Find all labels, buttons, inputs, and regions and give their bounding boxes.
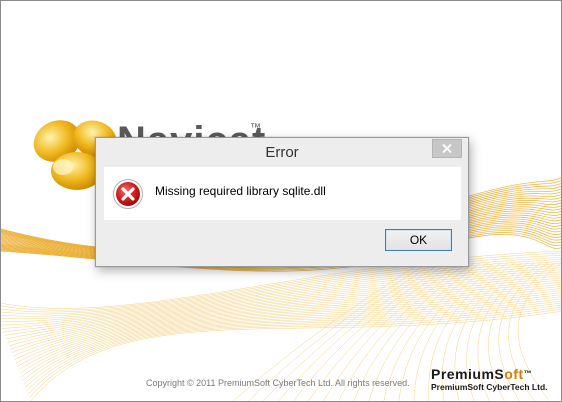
close-button[interactable] xyxy=(432,139,462,158)
dialog-message: Missing required library sqlite.dll xyxy=(155,184,326,198)
vendor-brand-tail: oft xyxy=(504,366,524,382)
dialog-title: Error xyxy=(265,144,299,161)
splash-window: Navicat ™ Copyright © 2011 PremiumSoft C… xyxy=(0,0,562,402)
vendor-company: PremiumSoft CyberTech Ltd. xyxy=(431,382,548,392)
error-icon xyxy=(113,179,143,209)
vendor-trademark: ™ xyxy=(523,369,533,378)
vendor-brand: PremiumSoft™ xyxy=(431,366,555,382)
error-dialog: Error Missing required library sqlite.dl… xyxy=(95,137,469,267)
trademark-mark: ™ xyxy=(250,122,261,134)
ok-button[interactable]: OK xyxy=(385,229,452,251)
copyright-text: Copyright © 2011 PremiumSoft CyberTech L… xyxy=(146,378,410,388)
vendor-logo: PremiumSoft™ PremiumSoft CyberTech Ltd. xyxy=(431,366,555,393)
close-icon xyxy=(442,143,452,154)
dialog-body: Missing required library sqlite.dll xyxy=(104,167,461,220)
vendor-brand-head: PremiumS xyxy=(431,366,505,382)
dialog-titlebar[interactable]: Error xyxy=(96,138,468,167)
